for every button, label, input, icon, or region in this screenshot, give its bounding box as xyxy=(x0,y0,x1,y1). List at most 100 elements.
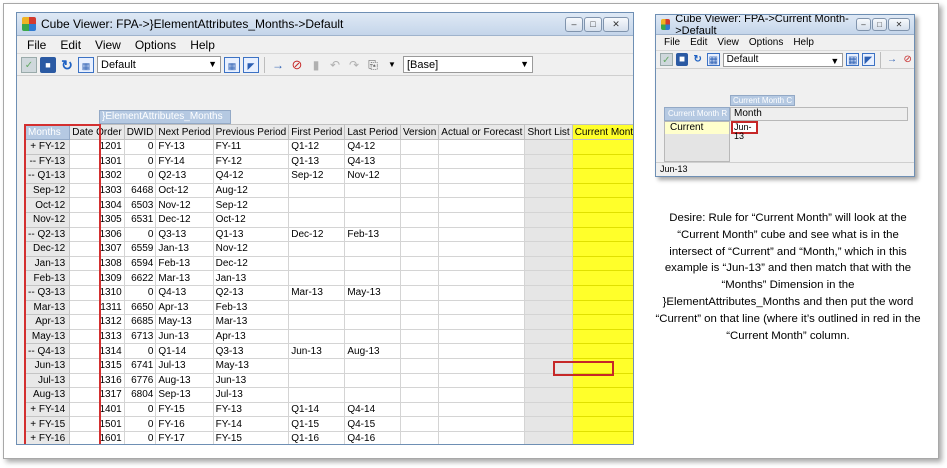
row-label[interactable]: + FY-12 xyxy=(24,139,71,155)
table-cell[interactable]: 1312 xyxy=(69,314,125,330)
table-cell[interactable] xyxy=(571,343,633,359)
close-button[interactable]: ✕ xyxy=(603,16,629,32)
table-cell[interactable]: Q3-13 xyxy=(155,226,214,243)
table-cell[interactable]: 6650 xyxy=(123,299,157,316)
table-cell[interactable]: 1309 xyxy=(69,270,125,286)
table-cell[interactable]: Jan-13 xyxy=(212,270,290,286)
table-cell[interactable]: Q1-16 xyxy=(288,430,346,444)
table-cell[interactable] xyxy=(399,197,440,213)
table-cell[interactable] xyxy=(399,357,440,374)
table-cell[interactable]: 1303 xyxy=(69,182,125,199)
table-cell[interactable] xyxy=(524,314,573,330)
view-icon[interactable]: ▦ xyxy=(706,53,720,66)
table-cell[interactable]: Dec-12 xyxy=(212,255,290,272)
table-cell[interactable]: Jul-13 xyxy=(155,357,214,374)
table-cell[interactable] xyxy=(524,168,573,184)
table-cell[interactable]: 1314 xyxy=(69,343,125,359)
small-column-dimension-header[interactable]: Current Month C xyxy=(730,95,795,106)
table-cell[interactable] xyxy=(438,197,526,213)
refresh-icon[interactable]: ↻ xyxy=(691,53,704,66)
table-cell[interactable] xyxy=(571,211,633,228)
table-cell[interactable] xyxy=(399,401,440,418)
table-cell[interactable]: Aug-13 xyxy=(155,372,214,389)
table-cell[interactable]: 1315 xyxy=(69,357,125,374)
table-cell[interactable]: 1311 xyxy=(69,299,125,316)
table-cell[interactable] xyxy=(288,241,346,257)
table-cell[interactable] xyxy=(344,197,401,213)
table-cell[interactable]: Q1-13 xyxy=(288,153,346,170)
table-cell[interactable] xyxy=(438,357,526,374)
table-cell[interactable] xyxy=(571,139,633,155)
table-cell[interactable] xyxy=(399,182,440,199)
table-cell[interactable]: FY-12 xyxy=(212,153,290,170)
table-cell[interactable] xyxy=(438,139,526,155)
table-cell[interactable] xyxy=(288,372,346,389)
small-row-dimension-header[interactable]: Current Month R xyxy=(664,107,730,121)
table-cell[interactable] xyxy=(571,255,633,272)
table-cell[interactable] xyxy=(344,241,401,257)
subset-arrow-icon[interactable]: ▼ xyxy=(384,57,400,73)
table-cell[interactable] xyxy=(524,372,573,389)
row-label[interactable]: -- Q2-13 xyxy=(24,226,71,243)
menu-view[interactable]: View xyxy=(88,38,128,52)
row-label[interactable]: Aug-13 xyxy=(24,387,71,403)
table-cell[interactable] xyxy=(524,197,573,213)
column-header[interactable]: DWID xyxy=(123,124,157,140)
table-cell[interactable]: Nov-12 xyxy=(155,197,214,213)
table-cell[interactable] xyxy=(438,430,526,444)
table-cell[interactable] xyxy=(438,372,526,389)
row-label[interactable]: Jun-13 xyxy=(24,357,71,374)
table-cell[interactable]: 6559 xyxy=(123,241,157,257)
table-cell[interactable] xyxy=(524,387,573,403)
table-cell[interactable] xyxy=(288,328,346,345)
table-cell[interactable] xyxy=(399,372,440,389)
table-cell[interactable] xyxy=(438,416,526,432)
table-cell[interactable]: 6804 xyxy=(123,387,157,403)
row-label[interactable]: + FY-16 xyxy=(24,430,71,444)
table-cell[interactable] xyxy=(438,284,526,301)
table-cell[interactable] xyxy=(571,401,633,418)
table-cell[interactable] xyxy=(438,241,526,257)
table-cell[interactable]: Q1-13 xyxy=(212,226,290,243)
table-cell[interactable]: 1317 xyxy=(69,387,125,403)
table-cell[interactable] xyxy=(288,211,346,228)
table-cell[interactable] xyxy=(438,343,526,359)
table-cell[interactable] xyxy=(399,416,440,432)
row-label[interactable]: -- Q3-13 xyxy=(24,284,71,301)
table-cell[interactable] xyxy=(571,241,633,257)
table-cell[interactable] xyxy=(344,211,401,228)
table-cell[interactable]: Q4-14 xyxy=(344,401,401,418)
table-cell[interactable]: 6776 xyxy=(123,372,157,389)
table-cell[interactable] xyxy=(399,430,440,444)
table-cell[interactable] xyxy=(524,211,573,228)
table-cell[interactable]: FY-15 xyxy=(212,430,290,444)
table-cell[interactable]: 6685 xyxy=(123,314,157,330)
table-cell[interactable]: Apr-13 xyxy=(155,299,214,316)
row-label[interactable]: Mar-13 xyxy=(24,299,71,316)
table-cell[interactable]: 0 xyxy=(123,139,157,155)
refresh-icon[interactable]: ↻ xyxy=(59,57,75,73)
table-cell[interactable] xyxy=(571,430,633,444)
column-header[interactable]: Current Month xyxy=(571,124,633,140)
menu-help[interactable]: Help xyxy=(788,37,819,48)
row-label[interactable]: -- Q1-13 xyxy=(24,168,71,184)
table-cell[interactable] xyxy=(399,328,440,345)
table-cell[interactable]: May-13 xyxy=(155,314,214,330)
menu-file[interactable]: File xyxy=(20,38,53,52)
table-cell[interactable]: FY-11 xyxy=(212,139,290,155)
table-cell[interactable]: Aug-13 xyxy=(344,343,401,359)
row-label[interactable]: -- Q4-13 xyxy=(24,343,71,359)
table-cell[interactable]: Dec-12 xyxy=(288,226,346,243)
chart-icon[interactable]: ◤ xyxy=(862,53,875,66)
table-cell[interactable]: Q4-12 xyxy=(212,168,290,184)
print-icon[interactable]: ⎘ xyxy=(365,57,381,73)
table-cell[interactable] xyxy=(571,182,633,199)
table-cell[interactable]: FY-14 xyxy=(155,153,214,170)
table-cell[interactable] xyxy=(524,241,573,257)
table-cell[interactable] xyxy=(571,226,633,243)
row-dimension-header[interactable]: Months xyxy=(24,124,71,140)
save-icon[interactable]: ■ xyxy=(675,53,689,66)
table-cell[interactable] xyxy=(399,343,440,359)
table-cell[interactable]: 1316 xyxy=(69,372,125,389)
table-cell[interactable] xyxy=(438,328,526,345)
